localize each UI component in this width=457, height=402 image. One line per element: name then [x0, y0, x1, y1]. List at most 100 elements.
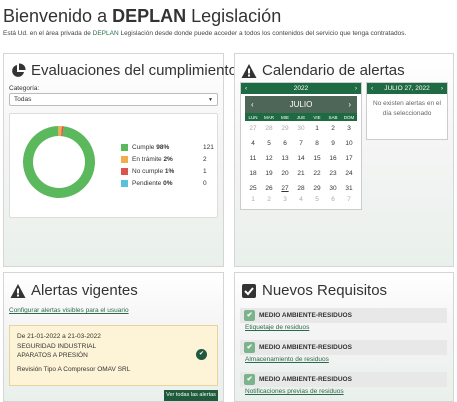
alert-item[interactable]: De 21-01-2022 a 21-03-2022 SEGURIDAD IND… — [9, 325, 218, 386]
requisito-link[interactable]: Etiquetaje de residuos — [245, 324, 309, 331]
alert-line3: Revisión Tipo A Compresor OMAV SRL — [17, 366, 131, 373]
requisito-link[interactable]: Notificaciones previas de residuos — [245, 388, 344, 395]
weekday-label: LUN — [248, 114, 258, 120]
calendar-day[interactable]: 3 — [341, 121, 357, 136]
calendar-day[interactable]: 28 — [293, 181, 309, 196]
legend-count: 0 — [203, 180, 207, 187]
calendar-day[interactable]: 29 — [277, 121, 293, 136]
calendar-day[interactable]: 7 — [293, 136, 309, 151]
calendar-day[interactable]: 8 — [309, 136, 325, 151]
calendar-day[interactable]: 15 — [309, 151, 325, 166]
calendar-day[interactable]: 31 — [341, 181, 357, 196]
alertas-title-text: Alertas vigentes — [31, 282, 138, 299]
calendar-day[interactable]: 23 — [325, 166, 341, 181]
requisitos-title: Nuevos Requisitos — [241, 282, 387, 299]
calendar-day[interactable]: 10 — [341, 136, 357, 151]
eval-title-text: Evaluaciones del cumplimiento — [31, 62, 237, 79]
requisito-link[interactable]: Almacenamiento de residuos — [245, 356, 329, 363]
next-year-button[interactable]: › — [355, 85, 357, 92]
calendar-day[interactable]: 26 — [261, 181, 277, 196]
calendar-day[interactable]: 20 — [277, 166, 293, 181]
requisito-head: MEDIO AMBIENTE-RESIDUOS — [259, 344, 352, 351]
calendar-panel: Calendario de alertas ‹ 2022 › ‹ JULIO ›… — [234, 53, 454, 267]
prev-month-button[interactable]: ‹ — [251, 100, 254, 109]
next-month-button[interactable]: › — [348, 100, 351, 109]
requisitos-panel: Nuevos Requisitos ✔ MEDIO AMBIENTE-RESIDU… — [234, 272, 454, 402]
legend-pct: 2% — [163, 156, 173, 163]
calendar-day[interactable]: 3 — [277, 196, 293, 204]
dashboard: Bienvenido a DEPLAN Legislación Está Ud.… — [0, 0, 457, 402]
legend-item: Cumple 98% — [121, 144, 169, 151]
calendar-day[interactable]: 12 — [261, 151, 277, 166]
view-all-alerts-button[interactable]: Ver todas las alertas — [164, 390, 218, 401]
alertas-title: Alertas vigentes — [10, 282, 138, 299]
calendar-day[interactable]: 1 — [309, 121, 325, 136]
calendar-day[interactable]: 27 — [245, 121, 261, 136]
calendar-day[interactable]: 5 — [261, 136, 277, 151]
next-day-button[interactable]: › — [441, 85, 443, 92]
chevron-down-icon: ▼ — [208, 97, 213, 103]
calendar-day[interactable]: 27 — [277, 181, 293, 196]
calendar-day[interactable]: 7 — [341, 196, 357, 204]
category-value: Todas — [14, 96, 32, 103]
calendar-day[interactable]: 6 — [325, 196, 341, 204]
calendar-day[interactable]: 13 — [277, 151, 293, 166]
calendar-day[interactable]: 4 — [293, 196, 309, 204]
page-subtitle: Está Ud. en el área privada de DEPLAN Le… — [3, 30, 406, 37]
category-select[interactable]: Todas ▼ — [9, 93, 218, 106]
legend-item: No cumple 1% — [121, 168, 174, 175]
day-grid: 27 28 29 30 1 2 3 4 5 6 7 8 9 10 11 12 13 14 15 16 17 18 19 20 2… — [245, 121, 357, 204]
check-circle-icon[interactable]: ✔ — [196, 349, 207, 360]
alert-line1: SEGURIDAD INDUSTRIAL — [17, 343, 97, 350]
calendar-day[interactable]: 6 — [277, 136, 293, 151]
calendar-day[interactable]: 30 — [293, 121, 309, 136]
calendar-day[interactable]: 29 — [309, 181, 325, 196]
calendar-day[interactable]: 11 — [245, 151, 261, 166]
legend-swatch — [121, 144, 128, 151]
legend-label: Pendiente — [132, 180, 162, 187]
config-alerts-link[interactable]: Configurar alertas visibles para el usua… — [9, 307, 129, 314]
prev-year-button[interactable]: ‹ — [245, 85, 247, 92]
legend-swatch — [121, 156, 128, 163]
calendar-day[interactable]: 1 — [245, 196, 261, 204]
weekday-header: LUN MAR MIE JUE VIE SAB DOM — [245, 113, 357, 121]
calendar-day[interactable]: 18 — [245, 166, 261, 181]
calendar-year: 2022 — [293, 85, 309, 92]
pie-chart-icon — [12, 62, 26, 77]
subtitle-part2: Legislación desde donde puede acceder a … — [120, 30, 407, 37]
chart-box: Cumple 98% 121 En trámite 2% 2 No cumple 1% 1… — [9, 113, 218, 218]
warning-icon — [241, 63, 257, 78]
legend-pct: 98% — [156, 144, 170, 151]
calendar-day[interactable]: 2 — [261, 196, 277, 204]
weekday-label: SAB — [328, 114, 338, 120]
calendar-day[interactable]: 16 — [325, 151, 341, 166]
calendar-day[interactable]: 14 — [293, 151, 309, 166]
calendar-day[interactable]: 5 — [309, 196, 325, 204]
category-label: Categoría: — [9, 85, 40, 92]
legend-item: Pendiente 0% — [121, 180, 173, 187]
calendar-day[interactable]: 30 — [325, 181, 341, 196]
alert-dates: De 21-01-2022 a 21-03-2022 — [17, 333, 101, 340]
prev-day-button[interactable]: ‹ — [371, 85, 373, 92]
calendar-day[interactable]: 19 — [261, 166, 277, 181]
calendar-day[interactable]: 22 — [309, 166, 325, 181]
requisito-head: MEDIO AMBIENTE-RESIDUOS — [259, 312, 352, 319]
day-bar: ‹ JULIO 27, 2022 › — [367, 83, 447, 94]
calendar-day[interactable]: 2 — [325, 121, 341, 136]
calendar-day[interactable]: 21 — [293, 166, 309, 181]
legend-label: En trámite — [132, 156, 162, 163]
requisito-item: ✔ MEDIO AMBIENTE-RESIDUOS — [240, 308, 447, 323]
legend-swatch — [121, 168, 128, 175]
calendar-day[interactable]: 9 — [325, 136, 341, 151]
title-prefix: Bienvenido a — [3, 6, 108, 26]
calendar-title: Calendario de alertas — [241, 62, 405, 79]
day-header: JULIO 27, 2022 — [384, 85, 430, 92]
calendar-day[interactable]: 4 — [245, 136, 261, 151]
calendar-day[interactable]: 25 — [245, 181, 261, 196]
calendar-day[interactable]: 28 — [261, 121, 277, 136]
calendar-day[interactable]: 17 — [341, 151, 357, 166]
calendar-day[interactable]: 24 — [341, 166, 357, 181]
requisito-item: ✔ MEDIO AMBIENTE-RESIDUOS — [240, 340, 447, 355]
pie-slice — [22, 126, 95, 198]
legend-label: No cumple — [132, 168, 164, 175]
